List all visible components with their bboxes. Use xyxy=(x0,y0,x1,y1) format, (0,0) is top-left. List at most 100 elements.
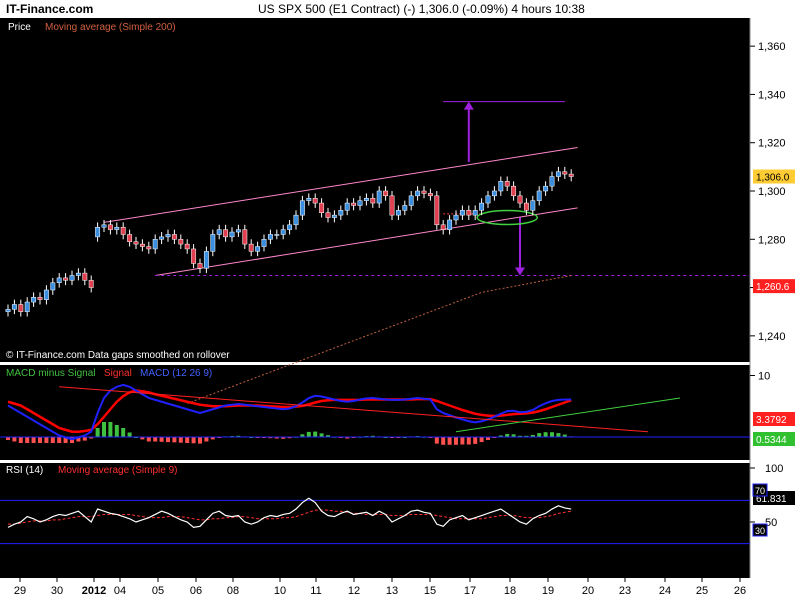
macd-hist-bar xyxy=(12,437,17,442)
candle-body xyxy=(203,251,209,269)
candle-body xyxy=(351,202,357,206)
candle-body xyxy=(191,248,197,264)
x-tick-label: 15 xyxy=(424,585,436,597)
x-tick-label: 2012 xyxy=(82,585,106,597)
candle-body xyxy=(75,272,81,276)
candle-body xyxy=(293,214,299,226)
macd-hist-bar xyxy=(473,437,478,444)
candle-body xyxy=(127,234,133,242)
candle-body xyxy=(357,200,363,206)
macd-hist-bar xyxy=(447,437,452,445)
x-tick-label: 26 xyxy=(734,585,746,597)
macd-hist-bar xyxy=(127,432,132,437)
candle-body xyxy=(37,296,43,300)
candle-body xyxy=(18,304,24,312)
macd-hist-bar xyxy=(50,437,55,443)
price-label: Price xyxy=(8,22,31,33)
macd-hist-bar xyxy=(146,437,151,442)
candle-body xyxy=(312,197,318,204)
candle-body xyxy=(498,181,504,192)
x-tick-label: 30 xyxy=(51,585,63,597)
candle-body xyxy=(280,229,286,235)
macd-hist-bar xyxy=(543,432,548,437)
candle-body xyxy=(555,171,561,177)
x-tick-label: 10 xyxy=(274,585,286,597)
price-y-tick-label: 1,340 xyxy=(758,89,786,101)
candle-body xyxy=(421,190,427,194)
macd-hist-bar xyxy=(172,437,177,443)
macd-hist-bar xyxy=(166,437,170,443)
svg-text:0.5344: 0.5344 xyxy=(756,435,787,446)
svg-text:70: 70 xyxy=(755,486,765,496)
rsi-level-low-badge: 30 xyxy=(752,523,768,537)
x-tick-label: 17 xyxy=(464,585,476,597)
candle-body xyxy=(159,236,165,240)
candle-body xyxy=(235,229,241,233)
candle-body xyxy=(165,234,171,238)
macd-hist-bar xyxy=(556,433,561,437)
svg-text:1,260.6: 1,260.6 xyxy=(756,282,790,293)
candle-body xyxy=(517,195,523,204)
candle-body xyxy=(319,202,325,213)
candle-body xyxy=(504,181,510,187)
candle-body xyxy=(63,277,69,281)
candle-body xyxy=(107,224,113,230)
last-price-badge: 1,306.0 xyxy=(753,169,795,184)
candle-body xyxy=(325,212,331,218)
macd-hist-bar xyxy=(153,437,158,442)
macd-hist-bar xyxy=(441,437,446,445)
price-y-tick-label: 1,240 xyxy=(758,331,786,343)
candle-body xyxy=(88,280,94,288)
macd-hist-bar xyxy=(31,437,36,443)
x-tick-label: 20 xyxy=(582,585,594,597)
price-y-tick-label: 1,320 xyxy=(758,138,786,150)
copyright-note: © IT-Finance.com Data gaps smoothed on r… xyxy=(6,350,230,361)
candle-body xyxy=(56,277,62,283)
site-name: IT-Finance.com xyxy=(6,2,94,16)
x-tick-label: 08 xyxy=(227,585,239,597)
macd-hist-bar xyxy=(460,437,465,445)
candle-body xyxy=(383,190,389,197)
candle-body xyxy=(248,243,254,252)
candle-body xyxy=(549,176,555,187)
candle-body xyxy=(472,210,478,216)
chart-area: Price Moving average (Simple 200) © IT-F… xyxy=(0,18,800,600)
candle-body xyxy=(139,243,145,247)
candle-body xyxy=(255,246,261,252)
macd-hist-bar xyxy=(108,422,113,437)
candle-body xyxy=(485,195,491,204)
candle-body xyxy=(184,243,190,250)
svg-text:3.3792: 3.3792 xyxy=(756,415,787,426)
candle-body xyxy=(306,197,312,201)
candle-body xyxy=(223,229,229,238)
candle-body xyxy=(24,301,30,312)
candle-body xyxy=(530,200,536,211)
candle-body xyxy=(344,202,350,211)
candle-body xyxy=(434,195,440,226)
candle-body xyxy=(299,200,305,216)
rsi-label: RSI (14) xyxy=(6,465,43,476)
macd-panel xyxy=(0,365,750,460)
candle-body xyxy=(229,231,235,238)
candle-body xyxy=(133,241,139,245)
x-tick-label: 05 xyxy=(152,585,164,597)
macd-hist-bar xyxy=(204,437,209,442)
candle-body xyxy=(536,190,542,201)
price-y-tick-label: 1,280 xyxy=(758,234,786,246)
candle-body xyxy=(171,234,177,240)
x-tick-label: 18 xyxy=(504,585,516,597)
target-price-badge: 1,260.6 xyxy=(753,279,795,294)
candle-body xyxy=(152,239,158,250)
candle-body xyxy=(50,282,56,291)
candle-body xyxy=(210,234,216,252)
candle-body xyxy=(31,296,37,303)
axis-strip xyxy=(750,18,800,600)
candle-body xyxy=(82,272,88,281)
rsi-y-tick-label: 100 xyxy=(765,463,783,475)
rsi-panel xyxy=(0,463,750,578)
macd-y-tick-label: 10 xyxy=(758,371,770,383)
signal-value-badge: 3.3792 xyxy=(753,412,795,426)
macd-hist-bar xyxy=(114,425,119,437)
macd-hist-bar xyxy=(18,437,23,443)
macd-hist-bar xyxy=(25,437,30,443)
